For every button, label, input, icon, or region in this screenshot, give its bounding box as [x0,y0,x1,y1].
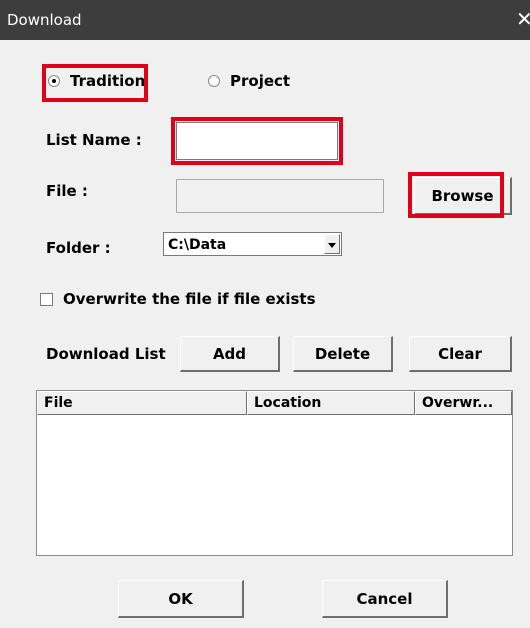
folder-select[interactable]: C:\Data [163,232,342,256]
column-header-overwrite[interactable]: Overwr... [415,391,512,415]
delete-button[interactable]: Delete [293,336,393,372]
folder-label: Folder : [46,239,111,257]
window-title: Download [7,11,82,29]
ok-button[interactable]: OK [118,580,244,618]
browse-button[interactable]: Browse [414,177,512,215]
radio-checked-icon [48,75,60,87]
radio-tradition-label: Tradition [70,72,146,90]
chevron-down-icon[interactable] [324,234,340,254]
column-header-file[interactable]: File [37,391,247,415]
radio-project-label: Project [230,72,291,90]
folder-select-value: C:\Data [168,237,227,253]
download-list-label: Download List [46,345,166,363]
add-button[interactable]: Add [180,336,280,372]
column-header-location[interactable]: Location [247,391,415,415]
dialog-body: Tradition Project List Name : File : Bro… [0,40,530,628]
radio-project[interactable]: Project [208,72,298,92]
radio-unchecked-icon [208,75,220,87]
overwrite-label: Overwrite the file if file exists [63,290,316,308]
close-icon[interactable]: ✕ [516,6,530,32]
overwrite-checkbox[interactable] [40,293,53,306]
file-label: File : [46,182,88,200]
cancel-button[interactable]: Cancel [322,580,448,618]
clear-button[interactable]: Clear [409,336,512,372]
list-name-label: List Name : [46,131,142,149]
list-name-input[interactable] [176,122,338,160]
file-path-input[interactable] [176,179,384,213]
radio-tradition[interactable]: Tradition [48,72,148,92]
download-list-table[interactable]: File Location Overwr... [36,390,513,556]
title-bar: Download ✕ [0,0,530,40]
